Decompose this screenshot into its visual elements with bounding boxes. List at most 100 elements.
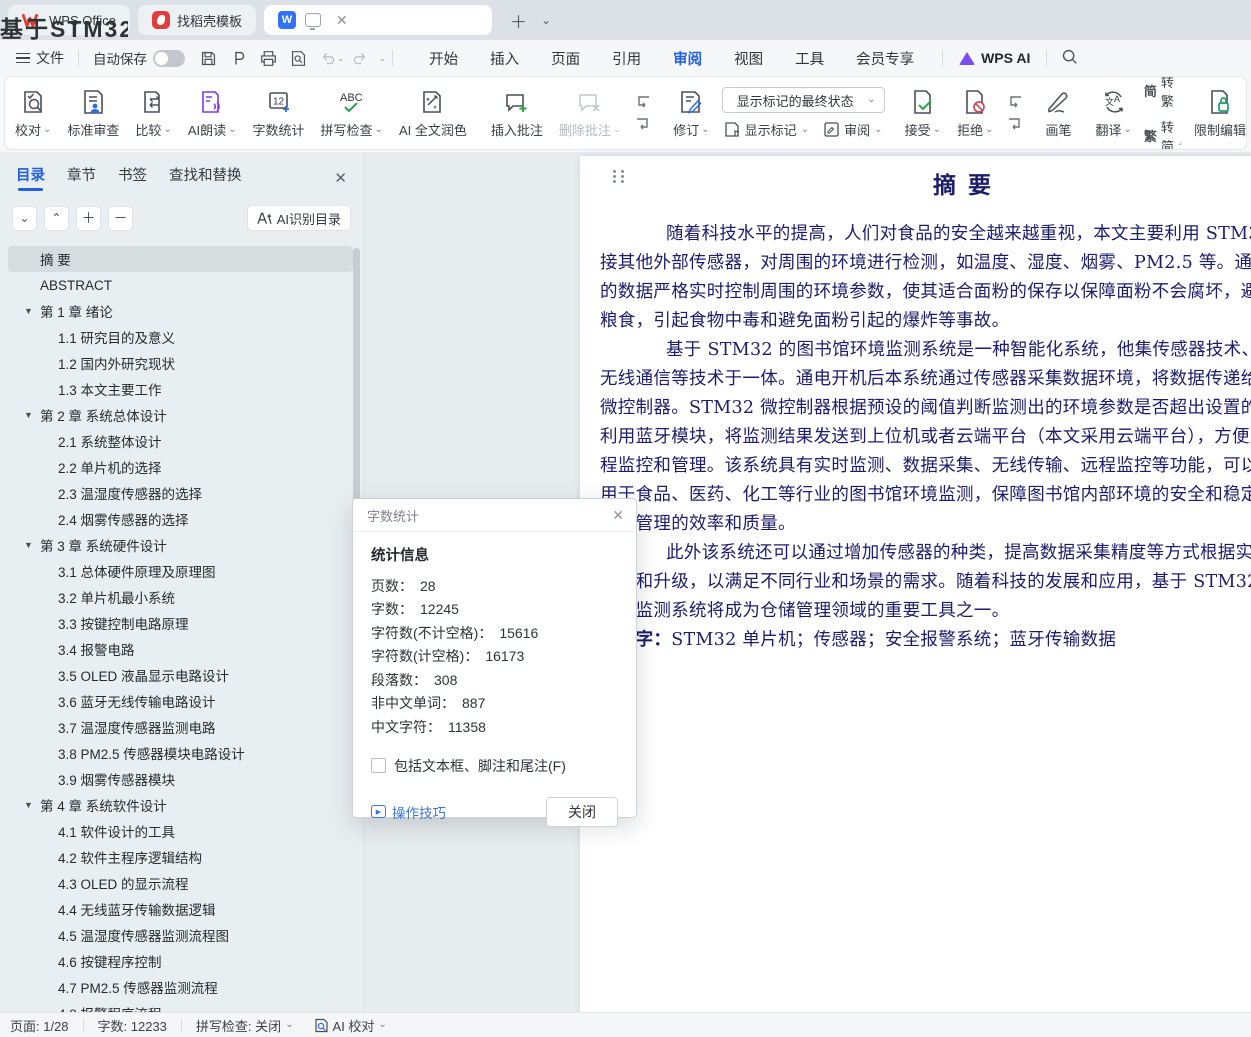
menu-tab[interactable]: 会员专享 xyxy=(840,40,930,77)
dialog-close-icon[interactable]: ✕ xyxy=(612,507,624,524)
group-expand-icon[interactable]: ⌟ xyxy=(1178,136,1182,147)
print-button[interactable] xyxy=(253,46,283,70)
save-button[interactable] xyxy=(193,46,223,70)
toc-item[interactable]: ▼ 摘 要 xyxy=(8,246,353,272)
toc-item[interactable]: ▼ 4.8 报警程序流程 xyxy=(8,1000,353,1012)
toc-item[interactable]: ▼ 2.3 温湿度传感器的选择 xyxy=(8,480,353,506)
search-icon[interactable] xyxy=(1061,48,1078,68)
toc-item[interactable]: ▼ 3.9 烟雾传感器模块 xyxy=(8,766,353,792)
collapse-triangle-icon[interactable]: ▼ xyxy=(24,410,40,420)
toc-item[interactable]: ▼ 第 4 章 系统软件设计 xyxy=(8,792,353,818)
word-count-indicator[interactable]: 字数: 12233 xyxy=(98,1016,167,1035)
include-footnotes-checkbox[interactable]: 包括文本框、脚注和尾注(F) xyxy=(371,756,618,776)
toc-item[interactable]: ▼ 1.3 本文主要工作 xyxy=(8,376,353,402)
multi-window-icon[interactable] xyxy=(305,13,321,27)
ai-proofread-button[interactable]: AI 校对 ⌄ xyxy=(314,1016,387,1035)
traditional-to-simplified-button[interactable]: 繁转简 xyxy=(1144,117,1174,151)
sidebar-tab[interactable]: 查找和替换 xyxy=(169,164,242,191)
menu-tab[interactable]: 工具 xyxy=(779,40,840,77)
toc-item[interactable]: ▼ 2.4 烟雾传感器的选择 xyxy=(8,506,353,532)
file-menu[interactable]: 文件 xyxy=(8,48,72,68)
simplified-to-traditional-button[interactable]: 简转繁 xyxy=(1144,76,1174,110)
previous-change-icon[interactable] xyxy=(1007,96,1023,109)
toc-item[interactable]: ▼ 2.2 单片机的选择 xyxy=(8,454,353,480)
toc-item[interactable]: ▼ 1.1 研究目的及意义 xyxy=(8,324,353,350)
redo-button[interactable] xyxy=(345,46,375,70)
ink-brush-button[interactable]: 画笔 xyxy=(1037,77,1079,149)
toc-item[interactable]: ▼ 第 2 章 系统总体设计 xyxy=(8,402,353,428)
collapse-triangle-icon[interactable]: ▼ xyxy=(24,800,40,810)
export-pdf-button[interactable] xyxy=(223,46,253,70)
zoom-in-toc-button[interactable]: ＋ xyxy=(76,206,101,231)
document-page[interactable]: 摘 要 随着科技水平的提高，人们对食品的安全越来越重视，本文主要利用 STM32… xyxy=(580,156,1251,1036)
toc-item[interactable]: ▼ 第 3 章 系统硬件设计 xyxy=(8,532,353,558)
toc-item[interactable]: ▼ ABSTRACT xyxy=(8,272,353,298)
show-markup-button[interactable]: 显示标记⌄ xyxy=(724,120,809,139)
toc-item[interactable]: ▼ 3.8 PM2.5 传感器模块电路设计 xyxy=(8,740,353,766)
restrict-editing-button[interactable]: 限制编辑 xyxy=(1186,77,1247,149)
menu-tab[interactable]: 页面 xyxy=(535,40,596,77)
print-preview-button[interactable] xyxy=(283,46,313,70)
word-count-button[interactable]: 12 字数统计 xyxy=(245,77,313,149)
page-indicator[interactable]: 页面: 1/28 xyxy=(10,1016,69,1035)
wps-ai-button[interactable]: WPS AI xyxy=(949,50,1040,66)
sidebar-tab[interactable]: 章节 xyxy=(67,164,96,191)
accept-button[interactable]: 接受⌄ xyxy=(897,77,949,149)
close-tab-icon[interactable]: ✕ xyxy=(336,12,348,29)
toolbar-more-chevron-icon[interactable]: ⌄ xyxy=(379,53,387,64)
toc-item[interactable]: ▼ 1.2 国内外研究现状 xyxy=(8,350,353,376)
toc-item[interactable]: ▼ 3.6 蓝牙无线传输电路设计 xyxy=(8,688,353,714)
toc-item[interactable]: ▼ 3.3 按键控制电路原理 xyxy=(8,610,353,636)
markup-state-dropdown[interactable]: 显示标记的最终状态 ⌄ xyxy=(722,87,885,113)
next-change-icon[interactable] xyxy=(1007,118,1023,131)
menu-tab[interactable]: 审阅 xyxy=(657,40,718,77)
compare-button[interactable]: 比较⌄ xyxy=(127,77,179,149)
proofread-button[interactable]: 校对⌄ xyxy=(7,77,59,149)
tab-document[interactable]: W 基于STM32的图书馆环境监 ✕ xyxy=(264,5,492,35)
ai-read-button[interactable]: AI朗读⌄ xyxy=(180,77,245,149)
ai-polish-button[interactable]: AI 全文润色 xyxy=(391,77,475,149)
toc-item[interactable]: ▼ 3.5 OLED 液晶显示电路设计 xyxy=(8,662,353,688)
tab-docer-templates[interactable]: 找稻壳模板 xyxy=(138,5,256,35)
insert-comment-button[interactable]: 插入批注 xyxy=(483,77,551,149)
toc-item[interactable]: ▼ 3.2 单片机最小系统 xyxy=(8,584,353,610)
tab-list-chevron-icon[interactable]: ⌄ xyxy=(537,13,555,27)
autosave-control[interactable]: 自动保存 xyxy=(85,48,193,68)
translate-button[interactable]: 文A 翻译⌄ xyxy=(1088,77,1140,149)
menu-tab[interactable]: 引用 xyxy=(596,40,657,77)
menu-tab[interactable]: 开始 xyxy=(413,40,474,77)
next-comment-icon[interactable] xyxy=(635,118,651,131)
collapse-triangle-icon[interactable]: ▼ xyxy=(24,306,40,316)
autosave-toggle[interactable] xyxy=(153,50,185,67)
track-changes-button[interactable]: 修订⌄ xyxy=(665,77,717,149)
delete-comment-button[interactable]: 删除批注⌄ xyxy=(551,77,629,149)
toc-item[interactable]: ▼ 第 1 章 绪论 xyxy=(8,298,353,324)
sidebar-tab[interactable]: 书签 xyxy=(118,164,147,191)
collapse-all-button[interactable]: ⌄ xyxy=(12,206,37,231)
checkbox-icon[interactable] xyxy=(371,758,386,773)
menu-tab[interactable]: 插入 xyxy=(474,40,535,77)
ai-recognize-toc-button[interactable]: AI识别目录 xyxy=(247,205,351,231)
undo-chevron-icon[interactable]: ⌄ xyxy=(337,53,345,64)
zoom-out-toc-button[interactable]: － xyxy=(108,206,133,231)
expand-all-button[interactable]: ⌃ xyxy=(44,206,69,231)
reject-button[interactable]: 拒绝⌄ xyxy=(949,77,1001,149)
sidebar-tab[interactable]: 目录 xyxy=(16,164,45,191)
review-pane-button[interactable]: 审阅⌄ xyxy=(823,120,882,139)
spellcheck-indicator[interactable]: 拼写检查: 关闭 ⌄ xyxy=(196,1016,294,1035)
toc-item[interactable]: ▼ 4.4 无线蓝牙传输数据逻辑 xyxy=(8,896,353,922)
toc-item[interactable]: ▼ 3.1 总体硬件原理及原理图 xyxy=(8,558,353,584)
toc-item[interactable]: ▼ 4.1 软件设计的工具 xyxy=(8,818,353,844)
collapse-triangle-icon[interactable]: ▼ xyxy=(24,540,40,550)
previous-comment-icon[interactable] xyxy=(635,96,651,109)
dialog-close-button[interactable]: 关闭 xyxy=(546,797,618,827)
tips-link[interactable]: ▶ 操作技巧 xyxy=(371,802,446,822)
new-tab-button[interactable]: ＋ xyxy=(500,8,537,33)
toc-item[interactable]: ▼ 4.6 按键程序控制 xyxy=(8,948,353,974)
toc-item[interactable]: ▼ 3.7 温湿度传感器监测电路 xyxy=(8,714,353,740)
menu-tab[interactable]: 视图 xyxy=(718,40,779,77)
toc-item[interactable]: ▼ 3.4 报警电路 xyxy=(8,636,353,662)
toc-item[interactable]: ▼ 4.7 PM2.5 传感器监测流程 xyxy=(8,974,353,1000)
sidebar-close-icon[interactable]: ✕ xyxy=(334,169,347,187)
toc-item[interactable]: ▼ 4.5 温湿度传感器监测流程图 xyxy=(8,922,353,948)
